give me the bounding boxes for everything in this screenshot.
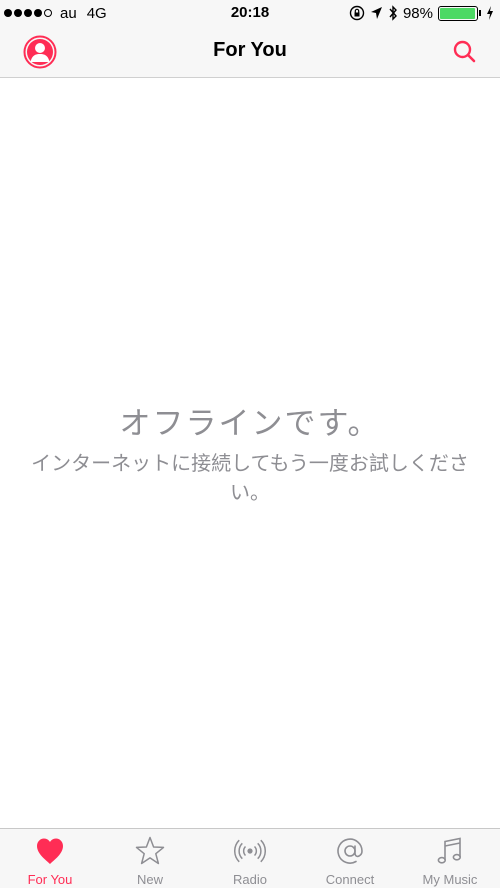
tab-connect[interactable]: Connect <box>300 829 400 888</box>
page-title: For You <box>213 39 287 61</box>
star-icon <box>135 836 165 865</box>
tab-new[interactable]: New <box>100 829 200 888</box>
tab-bar: For You New Radio Connect My Music <box>0 828 500 888</box>
status-bar: au 4G 20:18 98% <box>0 0 500 26</box>
status-right: 98% <box>349 3 494 23</box>
tab-my-music[interactable]: My Music <box>400 829 500 888</box>
at-icon <box>337 838 363 864</box>
battery-level-fill <box>440 7 476 19</box>
radio-icon <box>234 839 266 863</box>
offline-message: インターネットに接続してもう一度お試しください。 <box>31 453 469 504</box>
offline-title: オフラインです。 <box>119 406 381 441</box>
music-note-icon <box>437 837 461 864</box>
tab-label: For You <box>27 872 73 887</box>
search-icon <box>453 40 476 63</box>
battery-percent: 98% <box>402 4 433 22</box>
main-content: オフラインです。 インターネットに接続してもう一度お試しください。 <box>0 78 500 828</box>
tab-label: My Music <box>422 872 478 887</box>
charging-bolt-icon <box>487 6 493 20</box>
tab-label: New <box>136 872 163 887</box>
search-button[interactable] <box>452 39 478 65</box>
tab-label: Connect <box>325 872 375 887</box>
navigation-bar: For You <box>0 26 500 78</box>
location-arrow-icon <box>370 7 382 19</box>
tab-label: Radio <box>233 872 267 887</box>
tab-for-you[interactable]: For You <box>0 829 100 888</box>
battery-icon <box>438 5 481 21</box>
tab-radio[interactable]: Radio <box>200 829 300 888</box>
bluetooth-icon <box>389 5 397 21</box>
orientation-lock-icon <box>349 5 365 21</box>
heart-icon <box>37 838 63 864</box>
